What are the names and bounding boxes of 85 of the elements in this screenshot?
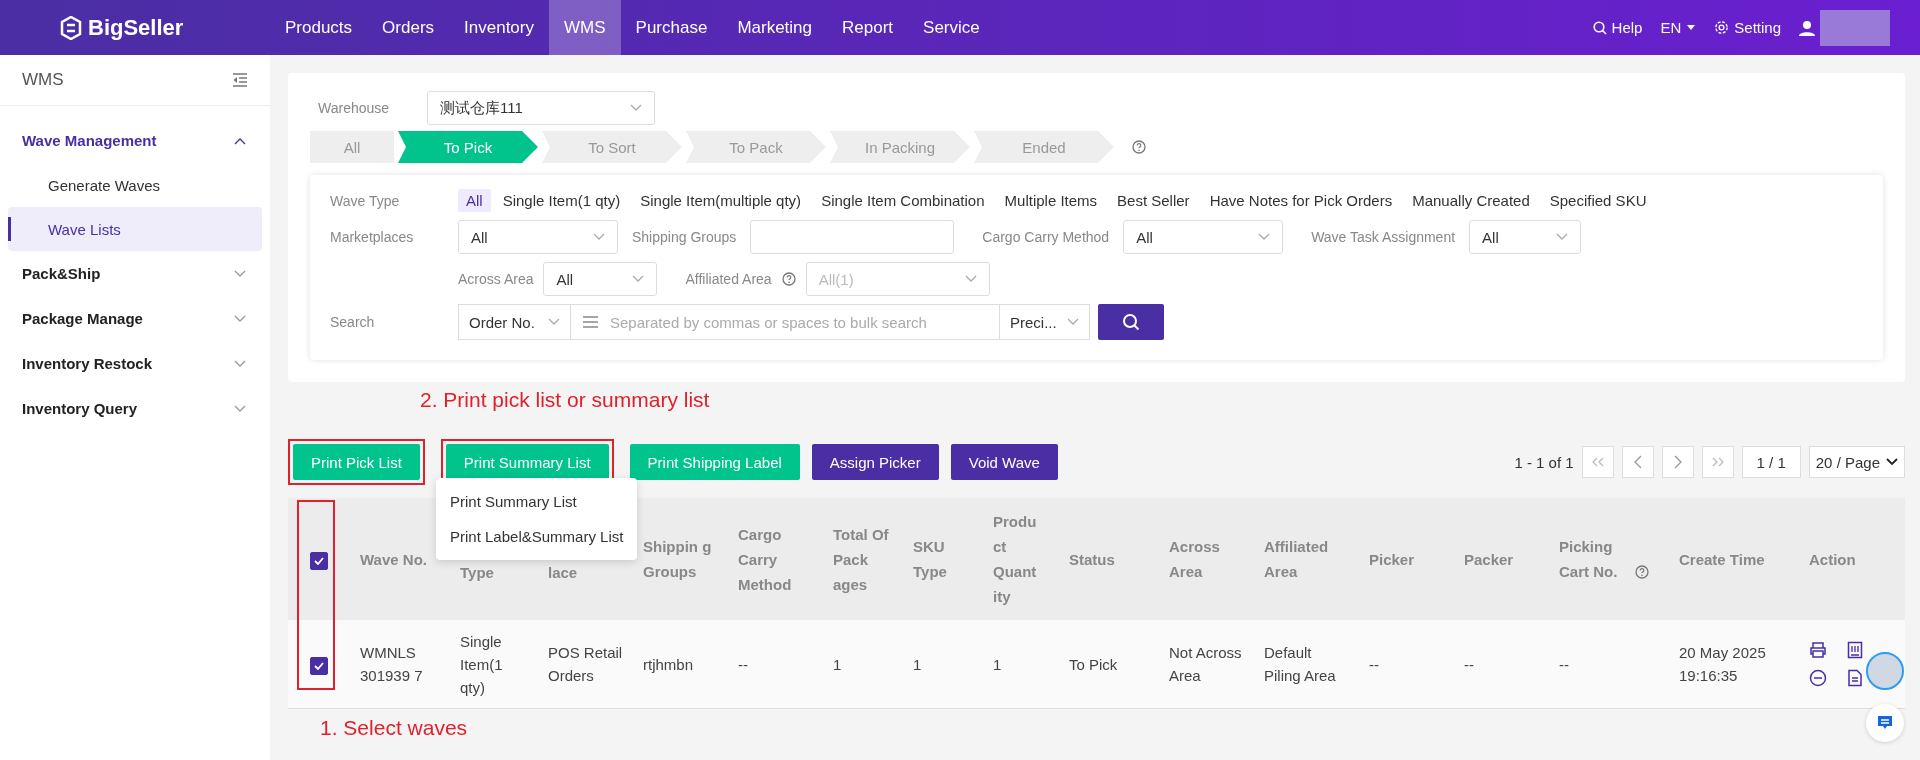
sidebar-group[interactable]: Package Manage	[0, 296, 270, 341]
annotation-text: 1. Select waves	[320, 716, 468, 740]
wave-type-option[interactable]: Best Seller	[1109, 189, 1198, 212]
column-header: Picking Cart No.	[1559, 537, 1619, 582]
annotation-text: 2. Print pick list or summary list	[420, 388, 710, 412]
column-header: Total Of Pack ages	[833, 525, 889, 593]
page-range: 1 - 1 of 1	[1514, 453, 1574, 471]
table-cell: 1	[993, 655, 1002, 673]
wave-type-option[interactable]: Single Item Combination	[813, 189, 993, 212]
marketplaces-select[interactable]: All	[458, 220, 618, 254]
column-header: Action	[1809, 550, 1856, 568]
table-cell: Not Across Area	[1169, 644, 1242, 684]
page-size-select[interactable]: 20 / Page	[1808, 446, 1905, 478]
column-header: Type	[460, 563, 494, 581]
table-cell: --	[1559, 655, 1569, 673]
table-cell: 1	[913, 655, 922, 673]
column-header: Create Time	[1679, 550, 1765, 568]
nav-tab[interactable]: Report	[827, 0, 909, 55]
assignment-select[interactable]: All	[1469, 220, 1582, 254]
column-header: Across Area	[1169, 538, 1220, 580]
nav-tab[interactable]: Orders	[367, 0, 450, 55]
language-select[interactable]: EN	[1660, 19, 1697, 36]
sidebar-group[interactable]: Inventory Restock	[0, 341, 270, 386]
across-area-select[interactable]: All	[543, 262, 658, 296]
brand-name: BigSeller	[88, 14, 184, 41]
wave-type-option[interactable]: Single Item(multiple qty)	[632, 189, 810, 212]
nav-tab[interactable]: Inventory	[449, 0, 549, 55]
page-field[interactable]: 1 / 1	[1741, 446, 1801, 478]
warehouse-label: Warehouse	[318, 100, 390, 116]
wave-type-option[interactable]: Single Item(1 qty)	[494, 189, 629, 212]
across-area-label: Across Area	[458, 271, 534, 287]
column-header: lace	[548, 563, 578, 581]
cargo-select[interactable]: All	[1123, 220, 1284, 254]
cargo-label: Cargo Carry Method	[982, 229, 1110, 245]
affiliated-area-label: Affiliated Area	[685, 271, 772, 287]
assignment-label: Wave Task Assignment	[1311, 229, 1456, 245]
table-cell: rtjhmbn	[643, 655, 694, 673]
menu-item[interactable]: Print Summary List	[436, 484, 638, 519]
column-header: Affiliated Area	[1264, 538, 1329, 580]
sidebar-item[interactable]: Wave Lists	[8, 207, 262, 251]
sidebar-item[interactable]: Generate Waves	[8, 163, 262, 207]
shipping-groups-label: Shipping Groups	[632, 229, 737, 245]
help-link[interactable]: Help	[1611, 19, 1643, 36]
toolbar-button[interactable]: Void Wave	[950, 444, 1058, 480]
nav-tab[interactable]: Purchase	[620, 0, 723, 55]
table-cell: --	[738, 655, 748, 673]
toolbar-button[interactable]: Assign Picker	[811, 444, 939, 480]
column-header: Produ ct Quant ity	[993, 513, 1037, 605]
column-header: Cargo Carry Method	[738, 525, 792, 593]
column-header: Packer	[1464, 550, 1514, 568]
sidebar-title: WMS	[22, 70, 64, 90]
table-cell: --	[1464, 655, 1474, 673]
column-header: Wave No.	[360, 550, 427, 568]
wave-type-option[interactable]: All	[458, 189, 491, 212]
setting-link[interactable]: Setting	[1734, 19, 1781, 36]
search-label: Search	[330, 314, 376, 330]
wave-type-option[interactable]: Specified SKU	[1541, 189, 1655, 212]
sidebar-group[interactable]: Wave Management	[0, 118, 270, 163]
search-field-select[interactable]: Order No.	[458, 304, 570, 340]
wave-type-label: Wave Type	[330, 192, 401, 209]
table-cell: To Pick	[1069, 655, 1118, 673]
table-cell: WMNLS 301939 7	[360, 644, 423, 684]
column-header: SKU Type	[913, 538, 947, 580]
warehouse-select[interactable]: 测试仓库111	[427, 91, 656, 125]
column-header: Status	[1069, 550, 1115, 568]
wave-type-option[interactable]: Manually Created	[1404, 189, 1538, 212]
wave-type-option[interactable]: Have Notes for Pick Orders	[1201, 189, 1401, 212]
table-cell: --	[1369, 655, 1379, 673]
nav-tab[interactable]: Marketing	[722, 0, 827, 55]
column-header: Picker	[1369, 550, 1415, 568]
nav-tab[interactable]: Products	[270, 0, 368, 55]
nav-tab[interactable]: Service	[908, 0, 995, 55]
wave-type-option[interactable]: Multiple Items	[996, 189, 1106, 212]
table-cell: Default Piling Area	[1264, 644, 1336, 684]
table-cell: Single Item(1 qty)	[460, 632, 503, 696]
sidebar-group[interactable]: Inventory Query	[0, 386, 270, 431]
column-header: Shippin g Groups	[643, 538, 712, 580]
nav-tab[interactable]: WMS	[549, 0, 621, 55]
table-cell: 1	[833, 655, 842, 673]
marketplaces-label: Marketplaces	[330, 229, 415, 245]
menu-item[interactable]: Print Label&Summary List	[436, 519, 638, 554]
table-cell: POS Retail Orders	[548, 644, 623, 684]
match-select[interactable]: Preci...	[1000, 304, 1090, 340]
table-cell: 20 May 2025 19:16:35	[1679, 644, 1766, 684]
sidebar-group[interactable]: Pack&Ship	[0, 251, 270, 296]
